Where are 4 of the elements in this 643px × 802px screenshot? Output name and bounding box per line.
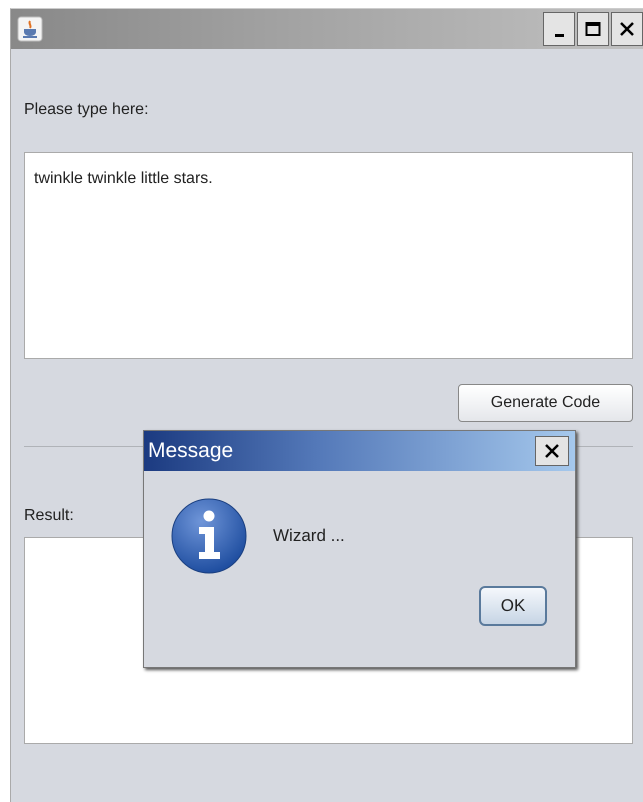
input-label: Please type here:: [24, 101, 150, 119]
dialog-message: Wizard ...: [273, 526, 345, 546]
dialog-title: Message: [148, 439, 234, 463]
result-label: Result:: [24, 507, 75, 525]
